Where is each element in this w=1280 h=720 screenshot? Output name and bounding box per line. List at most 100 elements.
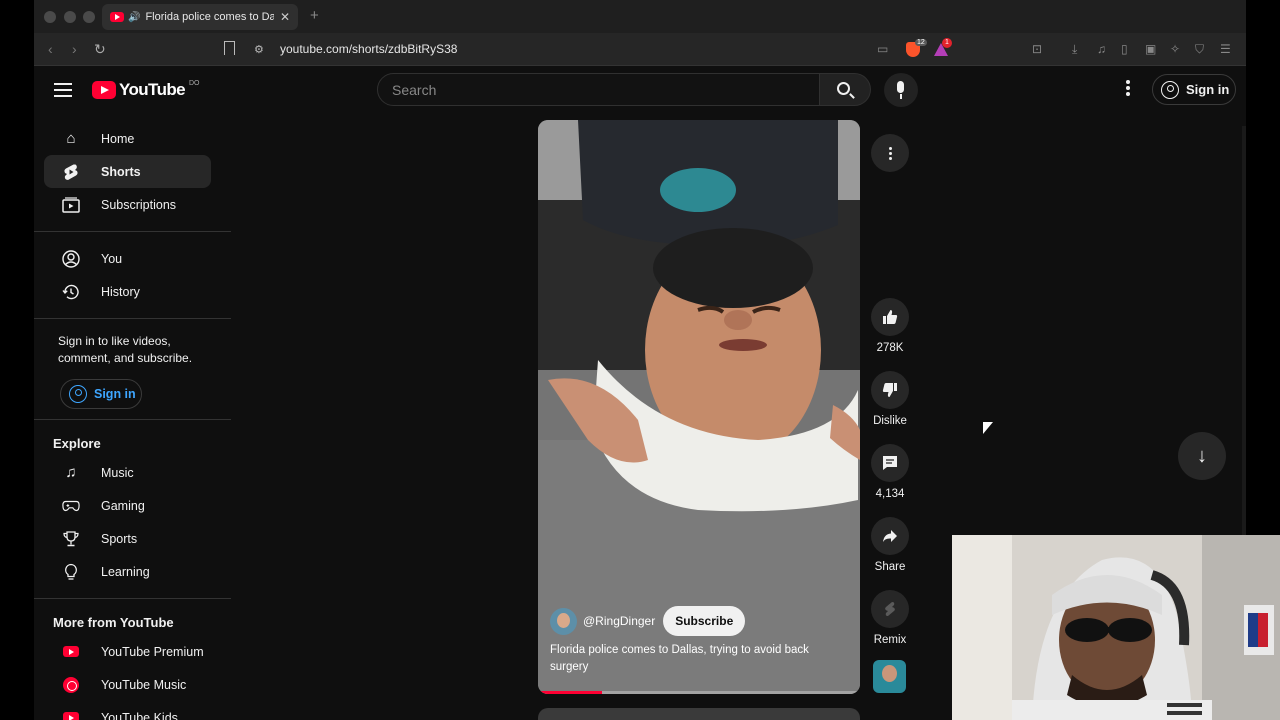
youtube-favicon-icon (110, 12, 124, 22)
shorts-icon (62, 163, 80, 181)
sidebar-item-sports[interactable]: Sports (44, 522, 211, 555)
divider (34, 419, 231, 420)
tab-bar: 🔊 Florida police comes to Dall ✕ + (34, 0, 1246, 33)
account-icon (69, 385, 87, 403)
close-tab-icon[interactable]: ✕ (280, 10, 290, 24)
navigation-bar: ‹ › ↻ ⚙ youtube.com/shorts/zdbBitRyS38 ▭… (34, 33, 1246, 66)
subscribe-button[interactable]: Subscribe (663, 606, 746, 636)
voice-search-button[interactable] (884, 73, 918, 107)
bookmark-icon[interactable] (224, 41, 235, 55)
sidebar-item-history[interactable]: History (44, 275, 211, 308)
sidebar-item-gaming[interactable]: Gaming (44, 489, 211, 522)
user-icon (62, 249, 80, 268)
reload-icon[interactable]: ↻ (94, 41, 106, 58)
divider (34, 318, 231, 319)
sidebar-toggle-icon[interactable]: ▯ (1121, 42, 1128, 56)
sidebar-item-label: Sports (101, 531, 138, 546)
tab-title: Florida police comes to Dall (145, 11, 274, 23)
download-icon[interactable]: ⤓ (1072, 42, 1077, 57)
browser-tab[interactable]: 🔊 Florida police comes to Dall ✕ (102, 4, 298, 30)
sidebar-item-label: YouTube Kids (101, 710, 178, 720)
speaker-icon[interactable]: 🔊 (128, 12, 140, 23)
dislike-button[interactable]: Dislike (863, 371, 917, 427)
address-bar[interactable]: ⚙ youtube.com/shorts/zdbBitRyS38 (254, 37, 954, 61)
sidebar-item-label: YouTube Music (101, 677, 187, 692)
url-text: youtube.com/shorts/zdbBitRyS38 (280, 42, 458, 56)
wallet-icon[interactable]: ▣ (1145, 42, 1156, 56)
short-channel-row: @RingDinger Subscribe (550, 606, 746, 636)
share-button[interactable]: Share (863, 517, 917, 573)
arrow-down-icon: ↓ (1197, 444, 1207, 467)
thumbs-down-icon (871, 371, 909, 409)
cast-icon[interactable]: ▭ (877, 42, 888, 56)
comments-button[interactable]: 4,134 (863, 444, 917, 500)
channel-avatar[interactable] (550, 607, 577, 635)
gaming-icon (62, 497, 80, 515)
dislike-label: Dislike (873, 415, 907, 427)
sidebar-item-youtube-premium[interactable]: YouTube Premium (44, 635, 211, 668)
leo-ai-icon[interactable]: ✧ (1170, 42, 1180, 56)
remix-button[interactable]: Remix (863, 590, 917, 646)
sidebar-item-label: Music (101, 465, 134, 480)
home-icon: ⌂ (66, 130, 76, 147)
screenshot-icon[interactable]: ⊡ (1032, 42, 1042, 56)
trophy-icon (62, 530, 80, 548)
sidebar-item-youtube-music[interactable]: YouTube Music (44, 668, 211, 701)
short-title[interactable]: Florida police comes to Dallas, trying t… (550, 642, 830, 676)
sidebar-item-youtube-kids[interactable]: YouTube Kids (44, 701, 211, 720)
back-icon[interactable]: ‹ (48, 41, 53, 57)
site-settings-icon[interactable]: ⚙ (254, 43, 268, 56)
youtube-music-icon (62, 676, 80, 694)
account-icon (1161, 80, 1179, 99)
sidebar-item-learning[interactable]: Learning (44, 555, 211, 588)
like-count: 278K (876, 342, 904, 354)
subscriptions-icon (62, 196, 80, 214)
channel-name[interactable]: @RingDinger (583, 614, 655, 628)
brave-shields-count: 12 (915, 39, 927, 46)
sign-in-button[interactable]: Sign in (1152, 74, 1236, 105)
thumbs-up-icon (871, 298, 909, 336)
short-more-options-button[interactable] (871, 134, 909, 172)
explore-heading: Explore (53, 436, 101, 451)
search-input[interactable]: Search (377, 73, 820, 106)
minimize-window-button[interactable] (64, 11, 76, 23)
new-tab-icon[interactable]: + (310, 7, 319, 24)
sidebar-item-label: YouTube Premium (101, 644, 204, 659)
youtube-premium-icon (62, 643, 80, 661)
search-placeholder: Search (392, 81, 437, 98)
remix-icon (871, 590, 909, 628)
webcam-overlay (952, 535, 1280, 720)
menu-icon[interactable]: ☰ (1220, 42, 1231, 56)
vpn-icon[interactable]: ⛉ (1195, 42, 1204, 57)
settings-more-icon[interactable] (1122, 80, 1134, 100)
comment-count: 4,134 (875, 488, 905, 500)
sidebar-sign-in-button[interactable]: Sign in (60, 379, 142, 409)
maximize-window-button[interactable] (83, 11, 95, 23)
forward-icon[interactable]: › (72, 41, 77, 57)
video-progress-bar[interactable] (538, 691, 860, 694)
sidebar-item-label: Subscriptions (101, 197, 177, 212)
scrollbar[interactable] (1242, 126, 1246, 536)
sidebar-item-label: Learning (101, 564, 150, 579)
next-short-button[interactable]: ↓ (1178, 432, 1226, 480)
close-window-button[interactable] (44, 11, 56, 23)
short-video-player[interactable]: @RingDinger Subscribe Florida police com… (538, 120, 860, 694)
sound-thumbnail[interactable] (873, 660, 906, 693)
like-button[interactable]: 278K (863, 298, 917, 354)
youtube-logo[interactable]: YouTube DO (92, 80, 200, 100)
mouse-cursor-icon (983, 422, 993, 434)
sidebar-item-you[interactable]: You (44, 242, 211, 275)
sidebar-item-label: Gaming (101, 498, 145, 513)
music-queue-icon[interactable]: ♫ (1097, 42, 1106, 56)
logo-text: YouTube (119, 80, 186, 99)
guide-menu-icon[interactable] (54, 83, 72, 97)
microphone-icon (897, 81, 904, 99)
sidebar-item-shorts[interactable]: Shorts (44, 155, 211, 188)
sidebar-item-music[interactable]: ♫ Music (44, 456, 211, 489)
sidebar-item-label: History (101, 284, 140, 299)
music-icon: ♫ (65, 464, 77, 481)
sidebar-item-home[interactable]: ⌂ Home (44, 122, 211, 155)
search-button[interactable] (820, 73, 871, 106)
next-short-preview[interactable] (538, 708, 860, 720)
sidebar-item-subscriptions[interactable]: Subscriptions (44, 188, 211, 221)
